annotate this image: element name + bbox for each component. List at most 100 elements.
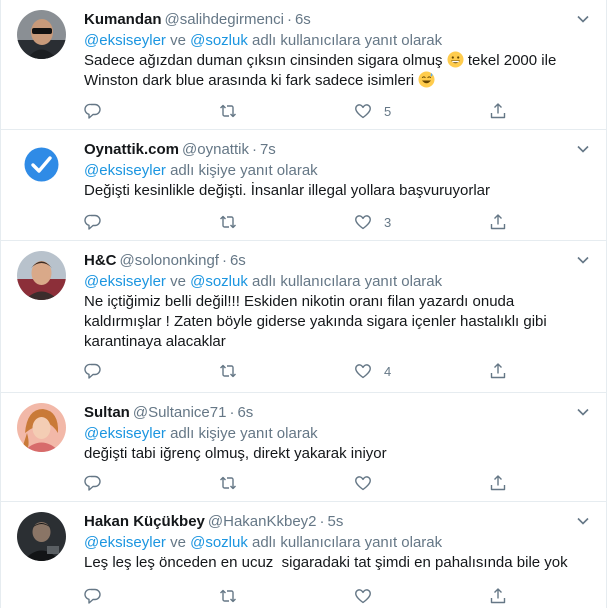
retweet-button[interactable] [219, 101, 237, 121]
tweet-text: Değişti kesinlikle değişti. İnsanlar ill… [84, 181, 592, 201]
share-icon [490, 214, 506, 230]
like-button[interactable]: 5 [354, 101, 391, 121]
man-with-sunglasses-avatar [17, 10, 66, 59]
share-button[interactable] [489, 212, 507, 232]
like-count: 4 [384, 363, 392, 379]
share-icon [490, 588, 506, 604]
avatar[interactable] [17, 403, 66, 452]
text-line: Sadece ağızdan duman çıksın cinsinden si… [84, 52, 443, 69]
share-button[interactable] [489, 101, 507, 121]
chevron-down-icon[interactable] [576, 142, 590, 156]
author-handle[interactable]: @solononkingf [120, 252, 219, 269]
mention-link[interactable]: @sozluk [190, 32, 248, 49]
author-handle[interactable]: @HakanKkbey2 [208, 513, 317, 530]
tweet-actions [84, 473, 544, 493]
reply-icon [84, 103, 101, 119]
mention-link[interactable]: @eksiseyler [84, 273, 166, 290]
tweet-text: Sadece ağızdan duman çıksın cinsinden si… [84, 51, 592, 91]
mention-joiner: ve [165, 273, 191, 290]
tweet-text: değişti tabi iğrenç olmuş, direkt yakara… [84, 444, 592, 464]
retweet-icon [220, 476, 236, 490]
share-button[interactable] [489, 586, 507, 606]
retweet-button[interactable] [219, 212, 237, 232]
timestamp[interactable]: 6s [237, 404, 253, 421]
author-name[interactable]: Oynattik.com [84, 141, 179, 158]
mention-link[interactable]: @eksiseyler [84, 425, 166, 442]
chevron-down-icon[interactable] [576, 12, 590, 26]
author-name[interactable]: H&C [84, 252, 117, 269]
retweet-button[interactable] [219, 473, 237, 493]
mention-link[interactable]: @sozluk [190, 273, 248, 290]
retweet-button[interactable] [219, 586, 237, 606]
tweet-actions [84, 586, 544, 606]
reply-button[interactable] [84, 361, 102, 381]
man-portrait-avatar [17, 251, 66, 300]
share-button[interactable] [489, 361, 507, 381]
text-line: kaldırmışlar ! Zaten böyle giderse yakın… [84, 313, 547, 330]
tweet-header: H&C @solononkingf · 6s [84, 251, 592, 271]
reply-button[interactable] [84, 101, 102, 121]
tweet-actions: 5 [84, 101, 544, 121]
text-line: tekel 2000 ile [467, 52, 557, 69]
like-button[interactable] [354, 473, 372, 493]
tweet-header: Kumandan @salihdegirmenci · 6s [84, 10, 592, 30]
grinning-emoji-icon [447, 51, 464, 68]
reply-icon [84, 475, 101, 491]
text-line: Ne içtiğimiz belli değil!!! Eskiden niko… [84, 293, 515, 310]
timestamp[interactable]: 6s [295, 11, 311, 28]
reply-context: @eksiseyler adlı kişiye yanıt olarak [84, 424, 592, 444]
mention-joiner: ve [165, 534, 191, 551]
like-button[interactable]: 4 [354, 361, 391, 381]
avatar[interactable] [17, 10, 66, 59]
tweet[interactable]: Oynattik.com @oynattik · 7s @eksiseyler adl… [1, 130, 606, 241]
heart-icon [355, 589, 371, 604]
tweet-header: Sultan @Sultanice71 · 6s [84, 403, 592, 423]
like-count: 5 [384, 103, 392, 119]
like-count: 3 [384, 214, 392, 230]
reply-button[interactable] [84, 586, 102, 606]
author-handle[interactable]: @salihdegirmenci [165, 11, 284, 28]
retweet-icon [220, 364, 236, 378]
timestamp[interactable]: 7s [260, 141, 276, 158]
author-handle[interactable]: @Sultanice71 [133, 404, 227, 421]
blue-checkmark-avatar [17, 140, 66, 189]
retweet-button[interactable] [219, 361, 237, 381]
chevron-down-icon[interactable] [576, 405, 590, 419]
tweet-actions: 3 [84, 212, 544, 232]
like-button[interactable]: 3 [354, 212, 391, 232]
sweat-smile-emoji-icon [418, 71, 435, 88]
tweet[interactable]: Kumandan @salihdegirmenci · 6s @eksiseyler … [1, 0, 606, 130]
separator-dot: · [319, 513, 325, 530]
mention-link[interactable]: @eksiseyler [84, 162, 166, 179]
author-name[interactable]: Sultan [84, 404, 130, 421]
tweet[interactable]: H&C @solononkingf · 6s @eksiseyler ve @sozl… [1, 241, 606, 393]
timestamp[interactable]: 6s [230, 252, 246, 269]
timestamp[interactable]: 5s [328, 513, 344, 530]
tweet[interactable]: Hakan Küçükbey @HakanKkbey2 · 5s @eksiseyle… [1, 502, 606, 608]
retweet-icon [220, 589, 236, 603]
mention-link[interactable]: @eksiseyler [84, 32, 166, 49]
avatar[interactable] [17, 140, 66, 189]
heart-icon [355, 104, 371, 119]
retweet-icon [220, 215, 236, 229]
reply-button[interactable] [84, 212, 102, 232]
author-handle[interactable]: @oynattik [182, 141, 249, 158]
avatar[interactable] [17, 512, 66, 561]
retweet-icon [220, 104, 236, 118]
reply-button[interactable] [84, 473, 102, 493]
chevron-down-icon[interactable] [576, 253, 590, 267]
like-button[interactable] [354, 586, 372, 606]
share-icon [490, 103, 506, 119]
reply-icon [84, 214, 101, 230]
separator-dot: · [286, 11, 292, 28]
avatar[interactable] [17, 251, 66, 300]
reply-context: @eksiseyler ve @sozluk adlı kullanıcılar… [84, 272, 592, 292]
mention-link[interactable]: @sozluk [190, 534, 248, 551]
share-button[interactable] [489, 473, 507, 493]
author-name[interactable]: Kumandan [84, 11, 162, 28]
mention-link[interactable]: @eksiseyler [84, 534, 166, 551]
tweet[interactable]: Sultan @Sultanice71 · 6s @eksiseyler adlı k… [1, 393, 606, 502]
chevron-down-icon[interactable] [576, 514, 590, 528]
author-name[interactable]: Hakan Küçükbey [84, 513, 205, 530]
separator-dot: · [229, 404, 235, 421]
